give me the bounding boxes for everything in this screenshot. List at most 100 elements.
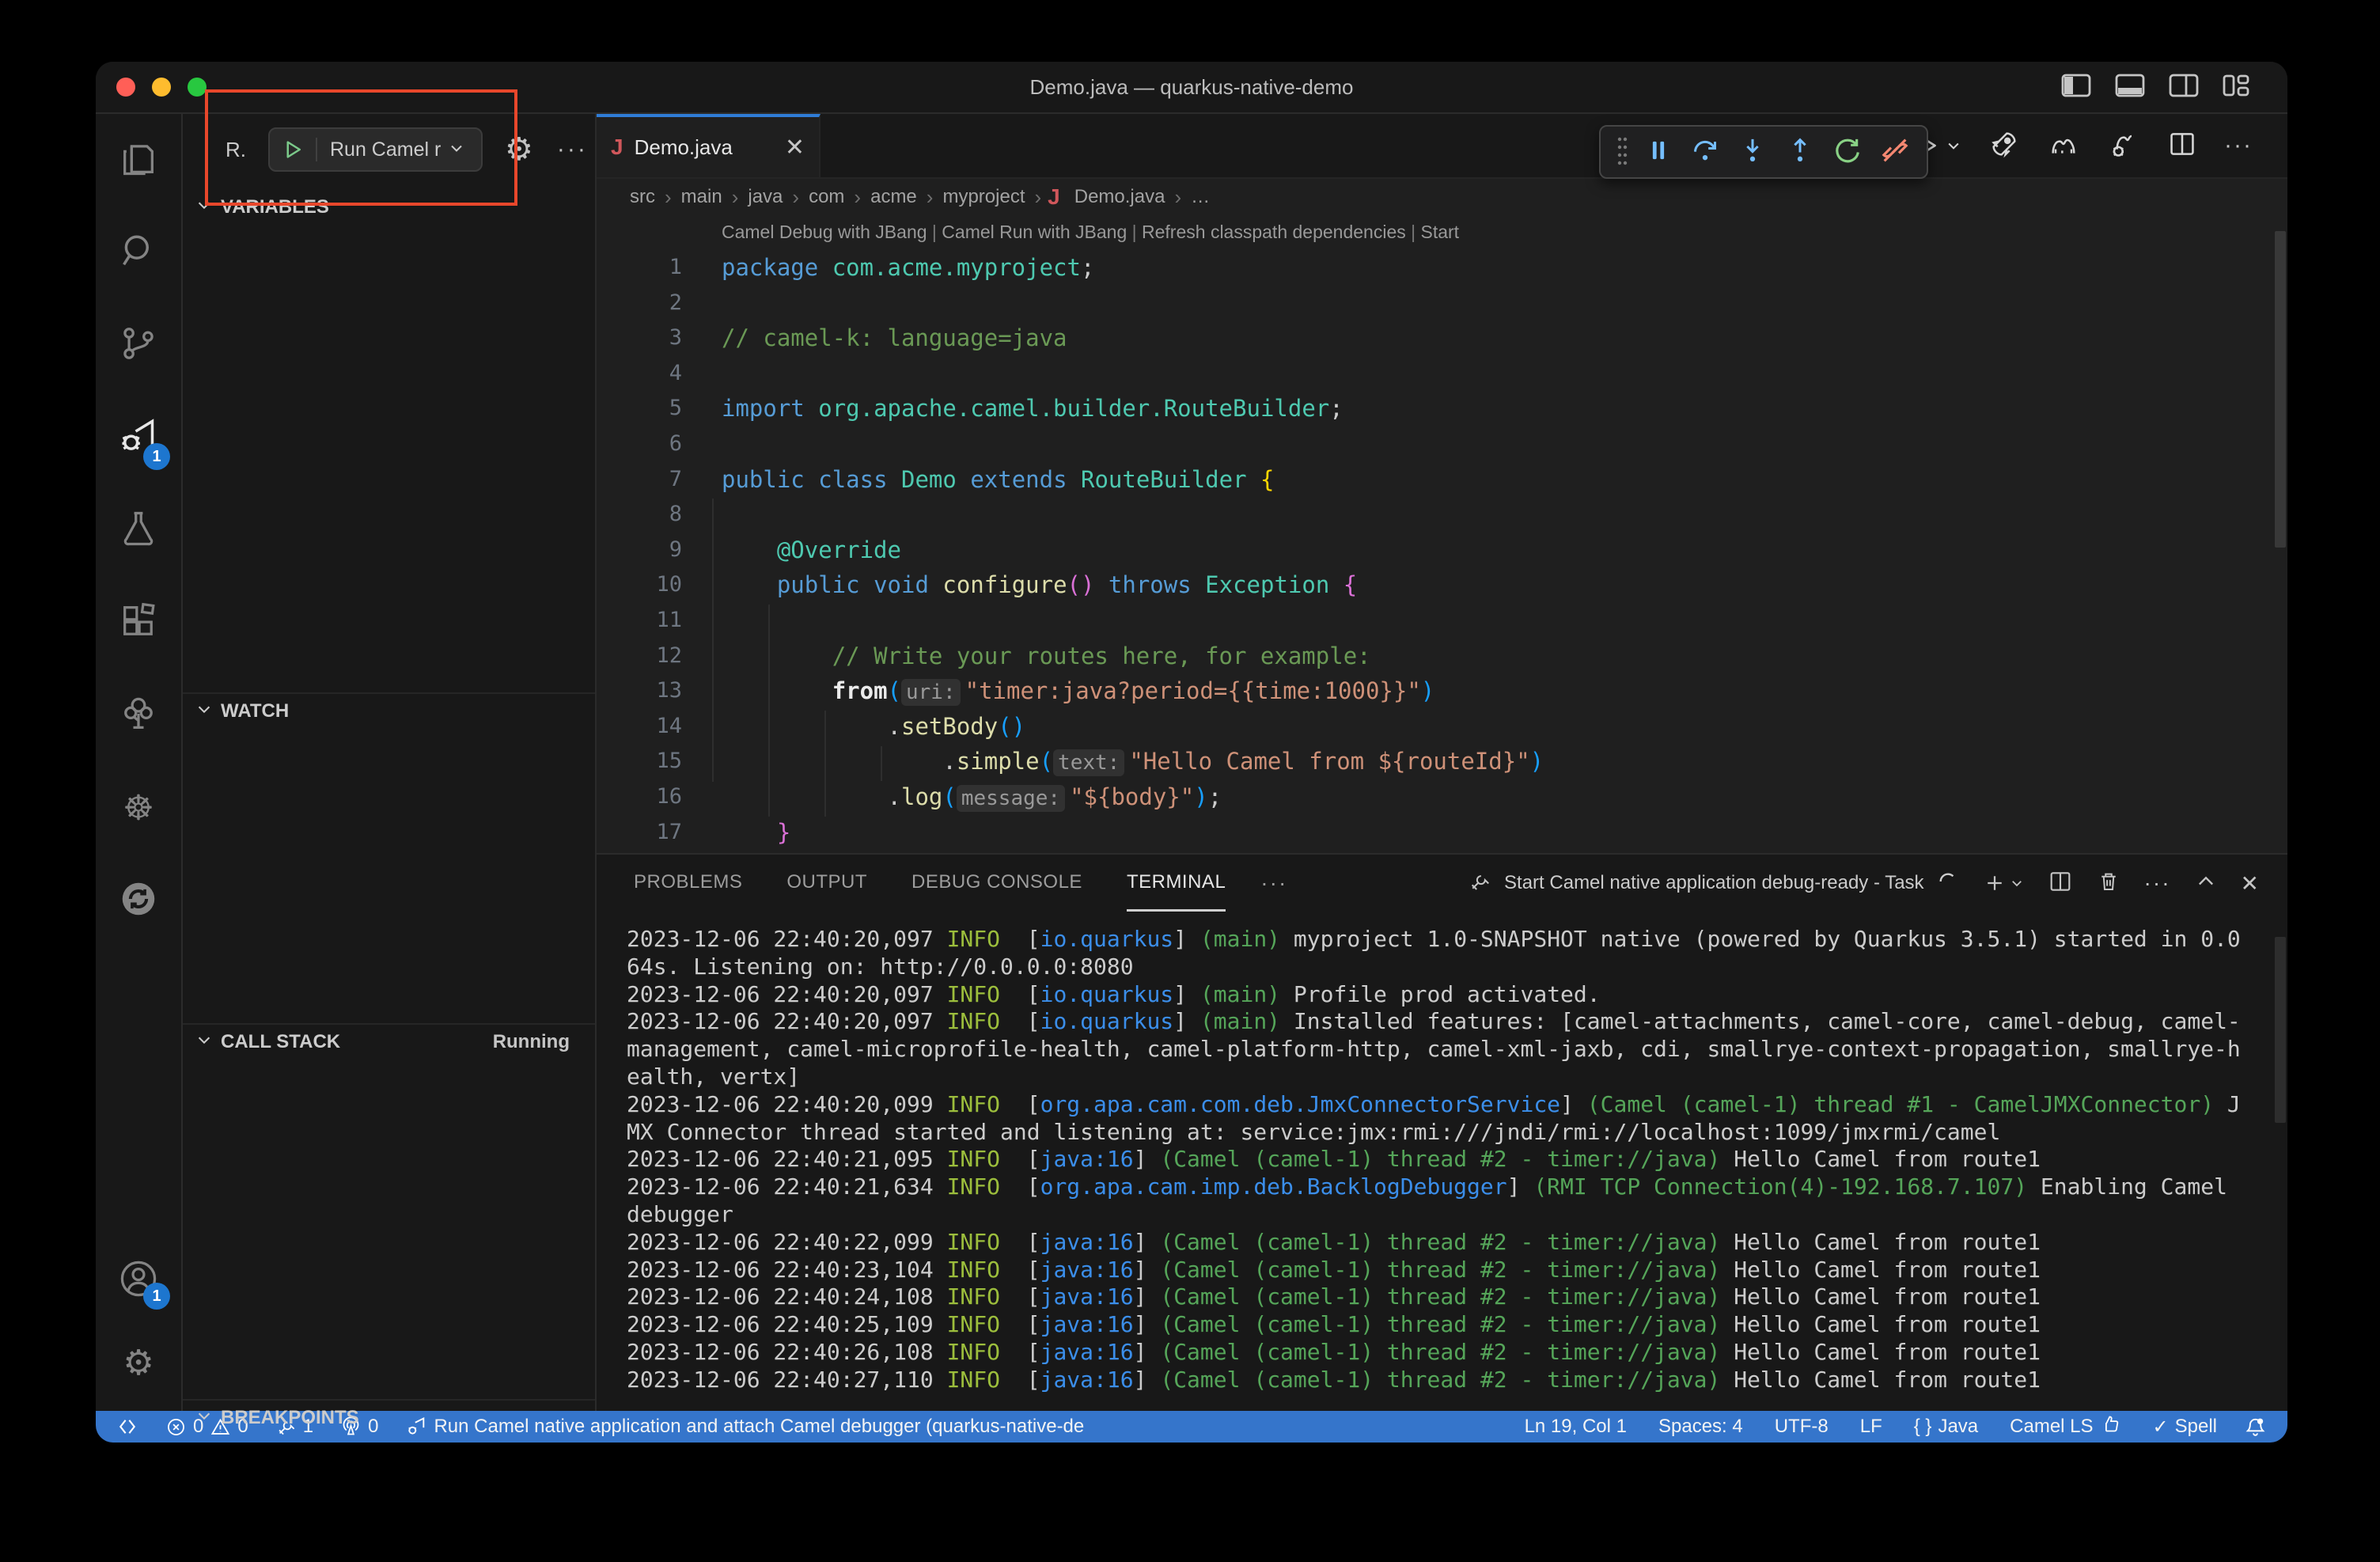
cursor-position[interactable]: Ln 19, Col 1 bbox=[1525, 1416, 1627, 1438]
sidebar-item-extensions[interactable] bbox=[96, 577, 181, 669]
new-terminal-button[interactable] bbox=[1983, 871, 2024, 895]
minimize-window-button[interactable] bbox=[152, 78, 171, 97]
panel-tab-output[interactable]: OUTPUT bbox=[786, 855, 867, 912]
language-mode[interactable]: { } Java bbox=[1914, 1416, 1978, 1438]
terminal-output[interactable]: 2023-12-06 22:40:20,097 INFO [io.quarkus… bbox=[597, 912, 2287, 1411]
breadcrumb-item[interactable]: main bbox=[681, 186, 722, 208]
sidebar-item-testing[interactable] bbox=[96, 484, 181, 577]
step-out-button[interactable] bbox=[1784, 135, 1816, 170]
debug-launch-picker[interactable]: Run Camel r bbox=[268, 127, 483, 172]
sidebar-item-search[interactable] bbox=[96, 207, 181, 299]
code-line: 8 bbox=[597, 497, 2287, 533]
pause-button[interactable] bbox=[1643, 135, 1673, 169]
codelens-link[interactable]: Start bbox=[1421, 222, 1460, 242]
eol-setting[interactable]: LF bbox=[1860, 1416, 1882, 1438]
panel-tab-terminal[interactable]: TERMINAL bbox=[1127, 855, 1226, 912]
step-into-button[interactable] bbox=[1737, 135, 1768, 170]
files-icon bbox=[118, 138, 159, 183]
close-tab-icon[interactable]: ✕ bbox=[785, 134, 805, 161]
maximize-panel-icon[interactable] bbox=[2195, 870, 2217, 897]
terminal-task-label: Start Camel native application debug-rea… bbox=[1504, 872, 1924, 894]
restart-button[interactable] bbox=[1832, 135, 1863, 170]
breadcrumb-item[interactable]: com bbox=[809, 186, 844, 208]
terminal-line: 2023-12-06 22:40:20,097 INFO [io.quarkus… bbox=[627, 926, 2287, 954]
sidebar-item-tree-view[interactable] bbox=[96, 669, 181, 762]
editor-more-actions-icon[interactable]: ··· bbox=[2224, 132, 2253, 159]
split-terminal-icon[interactable] bbox=[2048, 869, 2073, 898]
toggle-primary-sidebar-icon[interactable] bbox=[2061, 74, 2091, 97]
sidebar-item-sync[interactable] bbox=[96, 855, 181, 947]
check-icon: ✓ bbox=[2153, 1416, 2169, 1439]
terminal-line: 2023-12-06 22:40:24,108 INFO [java:16] (… bbox=[627, 1283, 2287, 1311]
panel-more-tabs-icon[interactable]: ··· bbox=[1260, 870, 1287, 896]
spell-checker-status[interactable]: ✓ Spell bbox=[2153, 1416, 2217, 1439]
section-variables[interactable]: VARIABLES bbox=[183, 190, 595, 225]
codelens-link[interactable]: Camel Run with JBang bbox=[942, 222, 1127, 242]
code-line: 10 public void configure() throws Except… bbox=[597, 567, 2287, 603]
terminal-line: debugger bbox=[627, 1201, 2287, 1229]
debug-settings-gear-icon[interactable]: ⚙ bbox=[505, 134, 533, 165]
camel-debug-icon[interactable] bbox=[2107, 128, 2140, 164]
toolbar-drag-handle[interactable] bbox=[1616, 135, 1628, 170]
split-editor-icon[interactable] bbox=[2167, 129, 2197, 163]
quarkus-rocket-icon[interactable] bbox=[1988, 128, 2020, 164]
breadcrumb-separator-icon: › bbox=[927, 185, 934, 210]
close-panel-icon[interactable]: ✕ bbox=[2241, 870, 2259, 897]
sidebar-item-explorer[interactable] bbox=[96, 114, 181, 207]
terminal-task-item[interactable]: Start Camel native application debug-rea… bbox=[1468, 870, 1959, 897]
panel-tab-debug-console[interactable]: DEBUG CONSOLE bbox=[911, 855, 1082, 912]
section-call-stack[interactable]: CALL STACK Running bbox=[183, 1025, 595, 1060]
section-breakpoints[interactable]: BREAKPOINTS bbox=[183, 1401, 595, 1435]
terminal-scrollbar[interactable] bbox=[2275, 937, 2286, 1123]
notifications-bell[interactable] bbox=[2244, 1416, 2267, 1439]
codelens-link[interactable]: Camel Debug with JBang bbox=[722, 222, 927, 242]
customize-layout-icon[interactable] bbox=[2223, 73, 2249, 98]
zoom-window-button[interactable] bbox=[188, 78, 207, 97]
breadcrumb-separator-icon: › bbox=[732, 185, 739, 210]
code-editor[interactable]: Camel Debug with JBang | Camel Run with … bbox=[597, 215, 2287, 853]
encoding-setting[interactable]: UTF-8 bbox=[1775, 1416, 1829, 1438]
gear-icon: ⚙ bbox=[123, 1346, 153, 1381]
terminal-line: 2023-12-06 22:40:20,097 INFO [io.quarkus… bbox=[627, 1008, 2287, 1036]
close-window-button[interactable] bbox=[116, 78, 135, 97]
breadcrumb-item[interactable]: … bbox=[1191, 186, 1210, 208]
panel-more-actions-icon[interactable]: ··· bbox=[2144, 870, 2171, 896]
java-file-icon: J bbox=[1048, 184, 1060, 210]
disconnect-button[interactable] bbox=[1879, 135, 1911, 170]
camel-run-icon[interactable] bbox=[2047, 128, 2080, 164]
breadcrumb-item[interactable]: Demo.java bbox=[1074, 186, 1165, 208]
sidebar-item-kubernetes[interactable]: ☸ bbox=[96, 762, 181, 855]
debug-more-actions-icon[interactable]: ··· bbox=[557, 136, 588, 163]
step-over-button[interactable] bbox=[1689, 135, 1721, 170]
breadcrumb: src›main›java›com›acme›myproject›JDemo.j… bbox=[597, 179, 2287, 215]
codelens-row: Camel Debug with JBang | Camel Run with … bbox=[722, 215, 2287, 250]
editor-scrollbar[interactable] bbox=[2275, 231, 2286, 548]
code-line: 12 // Write your routes here, for exampl… bbox=[597, 639, 2287, 674]
panel-tab-problems[interactable]: PROBLEMS bbox=[634, 855, 742, 912]
tools-task-icon bbox=[1468, 870, 1491, 897]
remote-indicator[interactable] bbox=[116, 1416, 138, 1438]
line-number: 2 bbox=[597, 286, 682, 321]
code-line: 6 bbox=[597, 427, 2287, 462]
toggle-secondary-sidebar-icon[interactable] bbox=[2169, 74, 2199, 97]
breadcrumb-item[interactable]: myproject bbox=[942, 186, 1025, 208]
kubernetes-icon: ☸ bbox=[123, 791, 153, 826]
settings-button[interactable]: ⚙ bbox=[96, 1324, 181, 1403]
tab-bar: J Demo.java ✕ bbox=[597, 114, 2287, 179]
toggle-panel-icon[interactable] bbox=[2115, 74, 2145, 97]
codelens-link[interactable]: Refresh classpath dependencies bbox=[1142, 222, 1406, 242]
sidebar-item-run-and-debug[interactable]: 1 bbox=[96, 392, 181, 484]
start-debug-icon[interactable] bbox=[270, 138, 317, 161]
code-line: 11 bbox=[597, 603, 2287, 639]
debug-toolbar bbox=[1599, 125, 1928, 179]
camel-ls-status[interactable]: Camel LS bbox=[2010, 1413, 2120, 1440]
breadcrumb-item[interactable]: java bbox=[748, 186, 783, 208]
accounts-button[interactable]: 1 bbox=[96, 1237, 181, 1324]
breadcrumb-item[interactable]: acme bbox=[870, 186, 917, 208]
sidebar-item-source-control[interactable] bbox=[96, 299, 181, 392]
section-watch[interactable]: WATCH bbox=[183, 694, 595, 729]
indentation-setting[interactable]: Spaces: 4 bbox=[1658, 1416, 1743, 1438]
tab-demo-java[interactable]: J Demo.java ✕ bbox=[597, 114, 820, 177]
kill-terminal-icon[interactable] bbox=[2097, 869, 2120, 898]
breadcrumb-item[interactable]: src bbox=[630, 186, 655, 208]
